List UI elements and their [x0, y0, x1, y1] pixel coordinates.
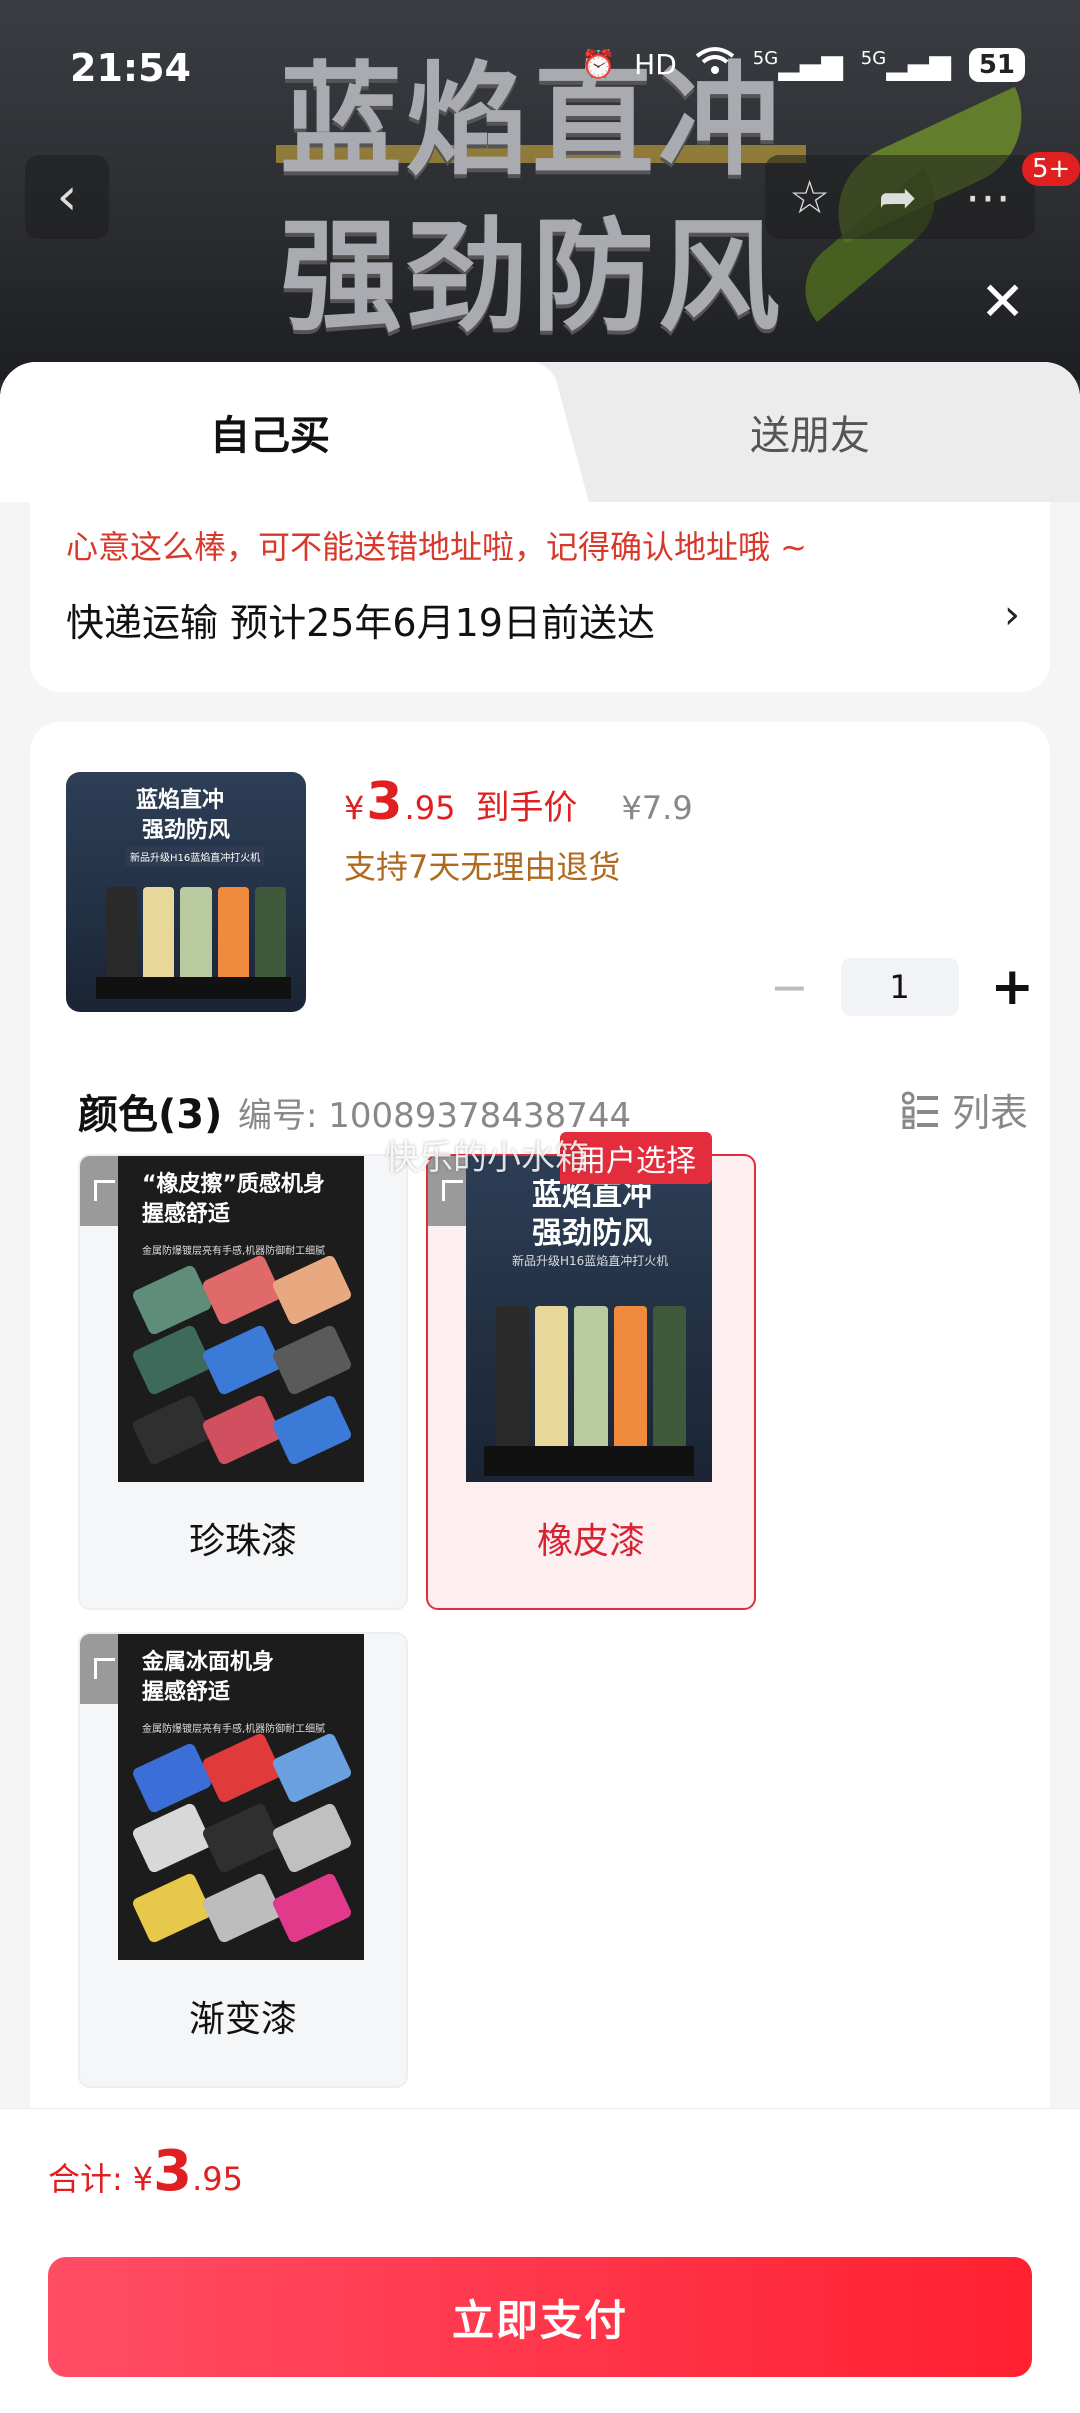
option-headline: “橡皮擦”质感机身 [142, 1172, 325, 1197]
expand-icon[interactable] [80, 1156, 118, 1226]
list-view-toggle[interactable]: 列表 [901, 1082, 1028, 1137]
expand-icon[interactable] [80, 1634, 118, 1704]
price-currency: ¥ [344, 789, 365, 827]
option-image: 蓝焰直冲 强劲防风 新品升级H16蓝焰直冲打火机 [466, 1156, 712, 1482]
lighter-stand [96, 977, 291, 999]
more-icon[interactable]: ⋯ [965, 170, 1011, 224]
thumb-subtitle: 新品升级H16蓝焰直冲打火机 [126, 847, 265, 866]
option-image: 金属冰面机身 握感舒适 金属防爆镀层亮有手感,机器防御耐工细腻 [118, 1634, 364, 1960]
status-time: 21:54 [70, 46, 191, 90]
color-option-pearl[interactable]: “橡皮擦”质感机身 握感舒适 金属防爆镀层亮有手感,机器防御耐工细腻 珍珠漆 [78, 1154, 408, 1610]
increase-button[interactable]: + [991, 957, 1035, 1017]
delivery-estimate: 快递运输 预计25年6月19日前送达 [66, 601, 655, 645]
color-option-rubber[interactable]: 蓝焰直冲 强劲防风 新品升级H16蓝焰直冲打火机 橡皮漆 [426, 1154, 756, 1610]
status-icons: ⏰ HD 5G▂▄▆ 5G▂▄▆ 51 [581, 46, 1025, 83]
decrease-button[interactable]: − [770, 960, 809, 1014]
lighter-graphic [496, 1306, 687, 1446]
share-icon[interactable]: ➦ [878, 170, 917, 224]
alarm-icon: ⏰ [581, 48, 617, 81]
list-view-label: 列表 [951, 1091, 1028, 1135]
thumb-title-1: 蓝焰直冲 [136, 788, 225, 813]
option-headline: 强劲防风 [532, 1216, 652, 1251]
option-headline: 金属冰面机身 [142, 1650, 275, 1675]
option-name: 珍珠漆 [188, 1521, 297, 1562]
star-icon[interactable]: ☆ [789, 170, 830, 224]
quantity-value[interactable]: 1 [840, 958, 959, 1016]
tab-buy-self[interactable]: 自己买 [0, 362, 540, 502]
purchase-tabs: 送朋友 自己买 [0, 362, 1080, 502]
chevron-left-icon: ‹ [56, 167, 78, 227]
option-headline: 握感舒适 [142, 1680, 231, 1705]
back-button[interactable]: ‹ [25, 155, 109, 239]
list-icon [901, 1091, 940, 1129]
address-card[interactable]: 心意这么棒，可不能送错地址啦，记得确认地址哦 ~ 快递运输 预计25年6月19日… [30, 502, 1050, 692]
option-subtitle: 新品升级H16蓝焰直冲打火机 [512, 1254, 669, 1268]
battery-icon: 51 [968, 47, 1025, 82]
hd-icon: HD [634, 48, 677, 81]
watermark: 快乐的小水箱 [385, 1138, 589, 1178]
total-price: 合计: ¥ 3 .95 [48, 2139, 243, 2204]
wifi-icon [695, 46, 735, 83]
price-decimal: .95 [404, 789, 456, 827]
signal-icon: 5G▂▄▆ [860, 48, 951, 81]
lighter-graphic [131, 1731, 353, 1954]
total-decimal: .95 [192, 2160, 244, 2198]
option-name: 渐变漆 [188, 1999, 297, 2040]
quantity-stepper: − 1 + [770, 957, 1034, 1017]
tab-buy-self-label: 自己买 [210, 413, 330, 459]
color-option-gradient[interactable]: 金属冰面机身 握感舒适 金属防爆镀层亮有手感,机器防御耐工细腻 渐变漆 [78, 1632, 408, 2088]
total-label: 合计: [48, 2160, 123, 2198]
price-label: 到手价 [475, 788, 578, 828]
return-policy: 支持7天无理由退货 [344, 848, 621, 886]
option-subtitle: 金属防爆镀层亮有手感,机器防御耐工细腻 [142, 1724, 326, 1735]
status-bar: 21:54 ⏰ HD 5G▂▄▆ 5G▂▄▆ 51 [0, 0, 1080, 140]
signal-icon: 5G▂▄▆ [752, 48, 843, 81]
price-line: ¥ 3 .95 到手价 ¥7.9 [344, 772, 693, 832]
action-group: ☆ ➦ ⋯ [765, 155, 1035, 239]
spec-title: 颜色(3) [78, 1092, 223, 1138]
lighter-graphic [131, 1253, 353, 1476]
notification-badge: 5+ [1022, 152, 1080, 186]
option-image: “橡皮擦”质感机身 握感舒适 金属防爆镀层亮有手感,机器防御耐工细腻 [118, 1156, 364, 1482]
option-headline: 握感舒适 [142, 1202, 231, 1227]
close-icon[interactable]: ✕ [980, 270, 1025, 333]
product-thumbnail[interactable]: 蓝焰直冲 强劲防风 新品升级H16蓝焰直冲打火机 [66, 772, 306, 1012]
tab-gift-friend[interactable]: 送朋友 [540, 362, 1080, 502]
original-price: ¥7.9 [621, 789, 693, 827]
pay-now-button[interactable]: 立即支付 [48, 2257, 1032, 2377]
option-name: 橡皮漆 [536, 1521, 645, 1562]
price-integer: 3 [366, 772, 403, 832]
lighter-stand [484, 1446, 694, 1476]
thumb-title-2: 强劲防风 [142, 818, 231, 843]
banner-headline-2: 强劲防风 [280, 206, 784, 348]
address-hint: 心意这么棒，可不能送错地址啦，记得确认地址哦 ~ [66, 528, 807, 566]
total-integer: 3 [153, 2139, 193, 2204]
chevron-right-icon: › [1004, 592, 1020, 638]
option-subtitle: 金属防爆镀层亮有手感,机器防御耐工细腻 [142, 1246, 326, 1257]
checkout-footer: 合计: ¥ 3 .95 立即支付 [0, 2108, 1080, 2413]
total-currency: ¥ [132, 2160, 154, 2198]
